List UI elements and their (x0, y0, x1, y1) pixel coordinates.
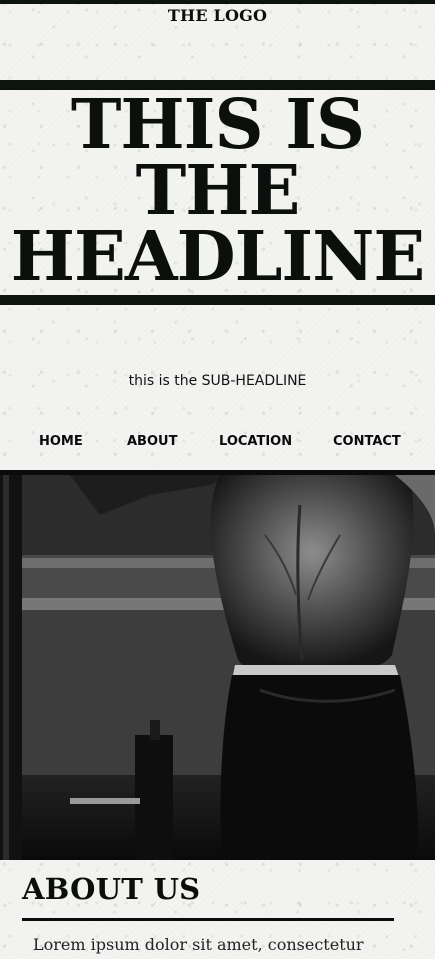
about-title: ABOUT US (22, 872, 201, 906)
about-rule (22, 918, 394, 921)
about-text: Lorem ipsum dolor sit amet, consectetur (33, 935, 364, 954)
subheadline: this is the SUB-HEADLINE (128, 373, 307, 389)
headline-line-1: THIS IS (70, 85, 365, 165)
headline-line-3: HEADLINE (10, 217, 425, 297)
headline: THIS IS THE HEADLINE (0, 85, 435, 297)
top-border (0, 0, 435, 4)
nav-contact[interactable]: CONTACT (333, 434, 401, 449)
hero-image (0, 475, 435, 860)
headline-line-2: THE (135, 151, 301, 231)
main-nav: HOME ABOUT LOCATION CONTACT (0, 434, 435, 454)
headline-bottom-rule (0, 295, 435, 305)
nav-location[interactable]: LOCATION (219, 434, 292, 449)
site-logo[interactable]: THE LOGO (0, 6, 435, 25)
nav-about[interactable]: ABOUT (127, 434, 177, 449)
hero-photo (0, 475, 435, 860)
nav-home[interactable]: HOME (39, 434, 83, 449)
